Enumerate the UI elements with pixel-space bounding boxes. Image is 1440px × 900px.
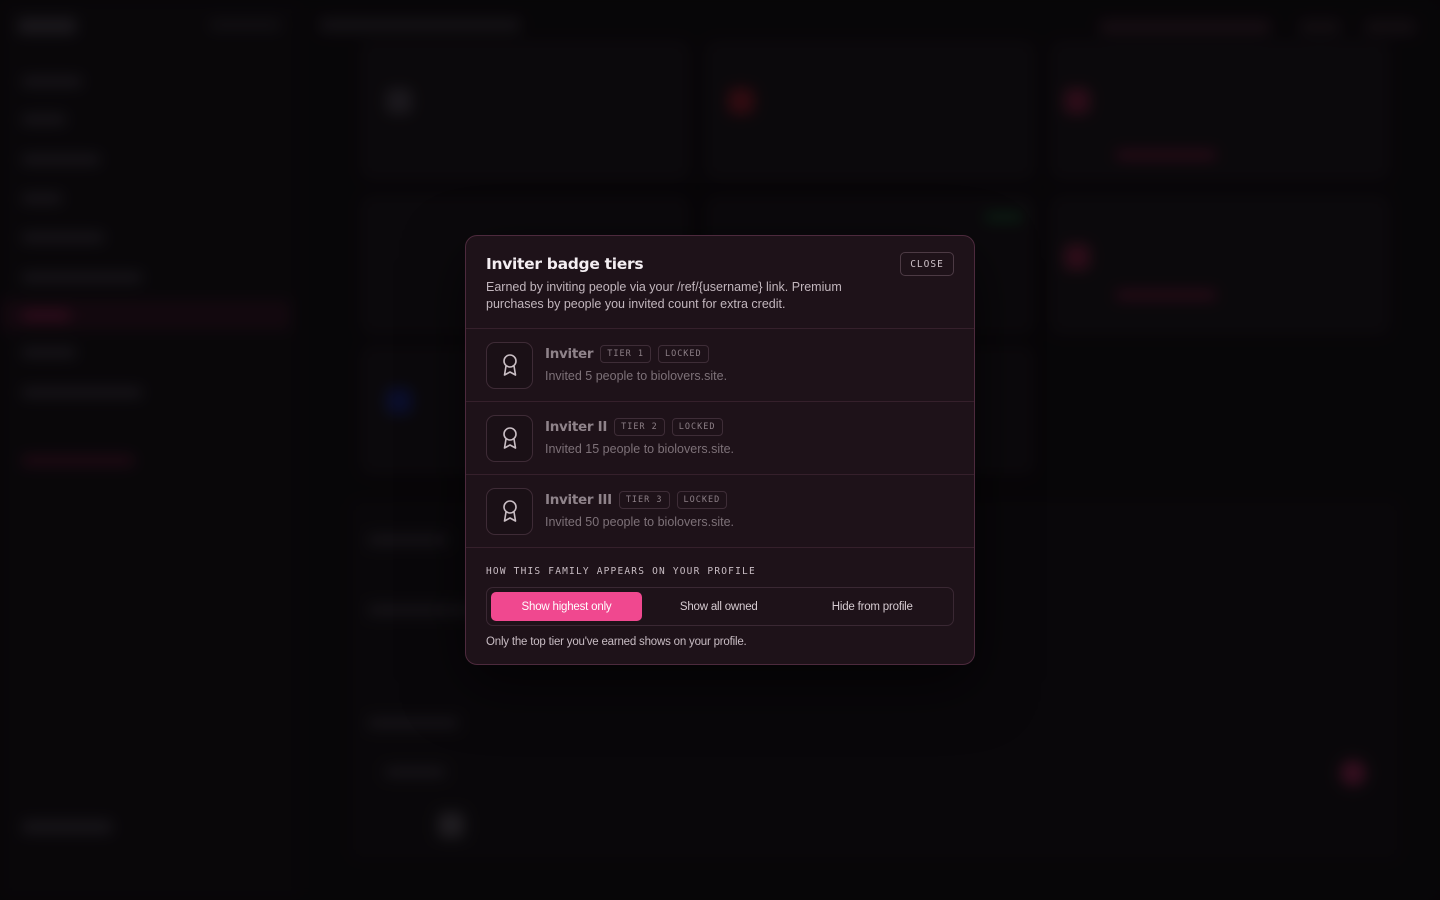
tier-description: Invited 50 people to biolovers.site. xyxy=(545,515,735,529)
tier-level-badge: TIER 2 xyxy=(614,418,665,436)
award-ribbon-icon xyxy=(486,487,533,535)
close-button[interactable]: CLOSE xyxy=(900,252,954,276)
tier-row-1: Inviter TIER 1 LOCKED Invited 5 people t… xyxy=(466,329,974,402)
modal-header: Inviter badge tiers Earned by inviting p… xyxy=(466,236,974,329)
tier-name: Inviter II xyxy=(545,419,608,435)
tier-row-3: Inviter III TIER 3 LOCKED Invited 50 peo… xyxy=(466,475,974,548)
modal-title: Inviter badge tiers xyxy=(486,255,644,273)
tier-row-2: Inviter II TIER 2 LOCKED Invited 15 peop… xyxy=(466,402,974,475)
profile-display-segmented-control: Show highest only Show all owned Hide fr… xyxy=(486,587,954,626)
profile-display-label: HOW THIS FAMILY APPEARS ON YOUR PROFILE xyxy=(486,566,756,577)
modal-description: Earned by inviting people via your /ref/… xyxy=(486,280,842,311)
option-show-all-owned[interactable]: Show all owned xyxy=(642,592,796,621)
locked-badge: LOCKED xyxy=(676,491,728,509)
tier-level-badge: TIER 1 xyxy=(600,345,651,363)
inviter-badge-tiers-modal: Inviter badge tiers Earned by inviting p… xyxy=(465,235,975,665)
locked-badge: LOCKED xyxy=(671,418,723,436)
tier-level-badge: TIER 3 xyxy=(618,491,670,509)
tier-description: Invited 15 people to biolovers.site. xyxy=(545,442,735,456)
profile-display-section: HOW THIS FAMILY APPEARS ON YOUR PROFILE … xyxy=(466,548,974,648)
tier-description: Invited 5 people to biolovers.site. xyxy=(545,369,728,383)
option-hide-from-profile[interactable]: Hide from profile xyxy=(796,592,950,621)
tier-name: Inviter xyxy=(545,346,594,362)
award-ribbon-icon xyxy=(486,341,533,389)
profile-display-note: Only the top tier you've earned shows on… xyxy=(486,636,747,648)
award-ribbon-icon xyxy=(486,414,533,462)
option-show-highest-only[interactable]: Show highest only xyxy=(491,592,642,621)
tier-name: Inviter III xyxy=(545,492,612,508)
locked-badge: LOCKED xyxy=(657,345,709,363)
